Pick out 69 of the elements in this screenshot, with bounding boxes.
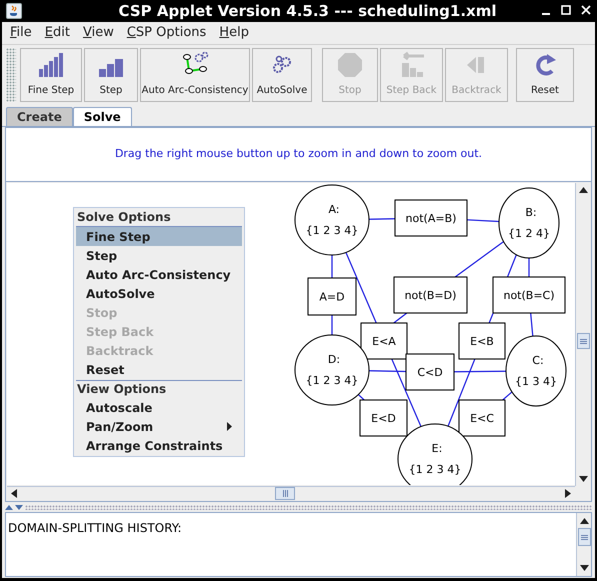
edge-line — [331, 255, 333, 278]
constraint-node[interactable]: E<C — [458, 400, 506, 436]
menu-item[interactable]: File — [10, 23, 32, 43]
toolbar-button[interactable]: Reset — [516, 48, 574, 102]
menu-item[interactable]: Arrange Constraints — [76, 436, 242, 455]
constraint-node[interactable]: E<A — [360, 322, 408, 360]
edge-line — [502, 391, 512, 400]
zoom-hint: Drag the right mouse button up to zoom in and down to zoom out. — [114, 146, 482, 162]
menu-item[interactable]: Fine Step — [76, 227, 242, 246]
edge-line — [528, 258, 530, 277]
variable-node[interactable]: C: {1 3 4} — [506, 336, 566, 406]
constraint-node[interactable]: A=D — [308, 278, 356, 316]
toolbar-button[interactable]: Fine Step — [20, 48, 82, 102]
constraint-node[interactable]: not(B=C) — [492, 276, 566, 314]
up-arrow-icon[interactable] — [580, 518, 588, 524]
maximize-icon[interactable] — [561, 4, 571, 16]
menu-item[interactable]: Edit — [44, 23, 70, 43]
constraint-node[interactable]: E<D — [360, 400, 408, 436]
octagon-icon — [336, 51, 364, 79]
vertical-scrollbar[interactable] — [575, 183, 590, 486]
edge-line — [530, 312, 534, 336]
variable-node[interactable]: D: {1 2 3 4} — [294, 334, 370, 406]
scrollbar-thumb[interactable] — [275, 487, 295, 500]
menu-section-title: View Options — [76, 381, 168, 398]
menu-item[interactable]: Auto Arc-Consistency — [76, 265, 242, 284]
down-arrow-icon[interactable] — [578, 476, 588, 482]
scrollbar-thumb[interactable] — [578, 528, 590, 546]
graph-canvas[interactable] — [7, 183, 575, 485]
menu-item[interactable]: Autoscale — [76, 398, 242, 417]
down-arrow-icon[interactable] — [580, 565, 588, 571]
window-title: CSP Applet Version 4.5.3 --- scheduling1.xml — [118, 0, 496, 22]
constraint-node[interactable]: C<D — [406, 354, 454, 390]
toolbar-button[interactable]: Step — [84, 48, 138, 102]
collapse-down-icon[interactable] — [15, 504, 23, 510]
edge-line — [345, 252, 377, 324]
tab[interactable]: Create — [6, 107, 73, 126]
right-arrow-icon[interactable] — [565, 489, 571, 498]
java-app-icon — [6, 3, 22, 19]
horizontal-scrollbar[interactable] — [7, 486, 575, 500]
constraint-node[interactable]: not(B=D) — [394, 276, 468, 314]
menu-item[interactable]: Help — [219, 23, 249, 43]
edge-line — [331, 315, 333, 335]
menu-item[interactable]: Reset — [76, 360, 242, 379]
menu-item[interactable]: AutoSolve — [76, 284, 242, 303]
close-icon[interactable] — [581, 4, 591, 16]
constraint-node[interactable]: E<B — [458, 322, 506, 360]
up-arrow-icon[interactable] — [578, 187, 588, 193]
menu-item[interactable]: View — [82, 23, 114, 43]
edge-line — [368, 218, 396, 220]
left-arrow-icon[interactable] — [11, 489, 17, 498]
menu-item[interactable]: CSP Options — [126, 23, 206, 43]
toolbar-button[interactable]: Auto Arc-Consistency — [140, 48, 250, 102]
scrollbar-thumb[interactable] — [576, 333, 590, 349]
constraint-node[interactable]: not(A=B) — [394, 200, 468, 236]
history-text: DOMAIN-SPLITTING HISTORY: — [8, 521, 182, 535]
variable-node[interactable]: A: {1 2 3 4} — [294, 184, 370, 256]
edge-line — [466, 219, 500, 222]
variable-node[interactable]: E: {1 2 3 4} — [398, 424, 472, 485]
menu-item[interactable]: Pan/Zoom — [76, 417, 242, 436]
bar-stairs-icon — [37, 51, 65, 79]
tab[interactable]: Solve — [72, 107, 132, 126]
variable-node[interactable]: B: {1 2 4} — [498, 188, 560, 258]
toolbar-button[interactable]: AutoSolve — [252, 48, 312, 102]
toolbar-grip[interactable] — [6, 48, 16, 102]
vertical-scrollbar[interactable] — [576, 513, 591, 576]
menu-item[interactable]: Step — [76, 246, 242, 265]
expand-up-icon[interactable] — [5, 504, 13, 510]
submenu-arrow-icon — [227, 422, 232, 431]
menu-section-title: Solve Options — [76, 209, 172, 226]
